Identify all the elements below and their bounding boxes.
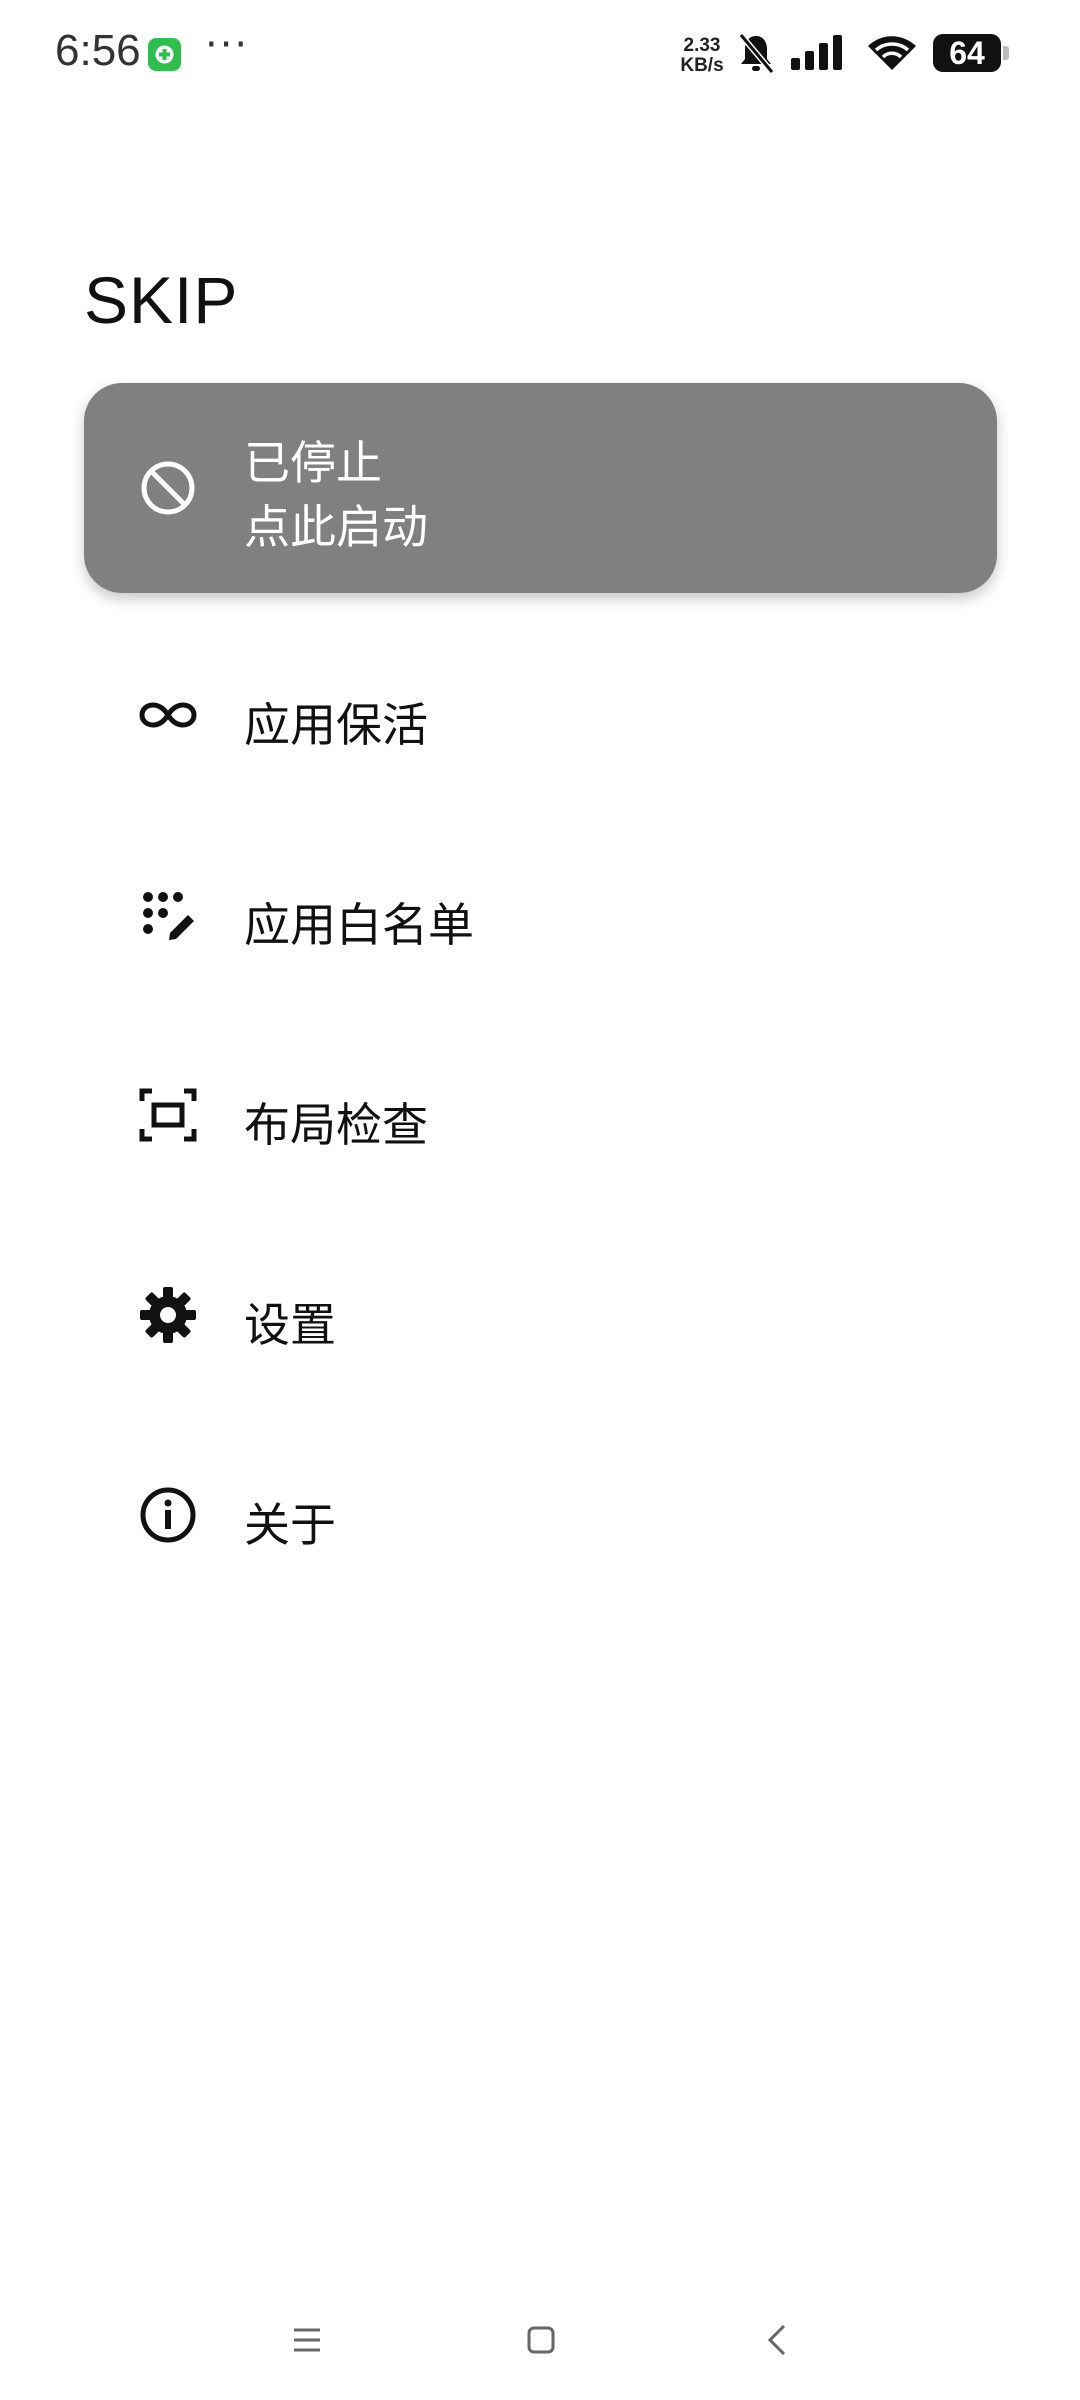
status-time: 6:56 — [55, 26, 141, 75]
menu-item-label: 关于 — [244, 1498, 336, 1552]
menu-item-about[interactable]: 关于 — [84, 1433, 997, 1593]
network-speed: 2.33 KB/s — [672, 36, 732, 76]
menu-item-label: 布局检查 — [244, 1098, 428, 1152]
menu-item-settings[interactable]: 设置 — [84, 1233, 997, 1393]
service-status-card[interactable]: 已停止 点此启动 — [84, 383, 997, 593]
service-start-hint: 点此启动 — [244, 500, 428, 554]
menu-item-label: 应用保活 — [244, 698, 428, 752]
navigation-bar — [0, 2290, 1080, 2390]
menu-item-keep-alive[interactable]: 应用保活 — [84, 633, 997, 793]
more-notifications-icon: ··· — [205, 22, 250, 68]
network-speed-unit: KB/s — [680, 55, 724, 76]
wifi-icon — [864, 30, 920, 80]
mute-bell-icon — [736, 30, 776, 80]
network-speed-value: 2.33 — [683, 35, 721, 56]
menu-item-layout-inspect[interactable]: 布局检查 — [84, 1033, 997, 1193]
menu-item-whitelist[interactable]: 应用白名单 — [84, 833, 997, 993]
page-title: SKIP — [84, 263, 239, 337]
signal-icon — [789, 30, 849, 80]
block-icon — [139, 459, 197, 517]
screen-capture-icon — [136, 1083, 200, 1147]
home-icon[interactable] — [511, 2310, 571, 2370]
infinity-icon — [136, 683, 200, 747]
menu-item-label: 设置 — [244, 1298, 336, 1352]
status-bar: 6:56 ··· 2.33 KB/s 64 — [0, 0, 1080, 110]
app-screen: 6:56 ··· 2.33 KB/s 64 SKIP 已停止 点此启动 应用保活… — [0, 0, 1080, 2400]
dots-edit-icon — [136, 883, 200, 947]
info-icon — [136, 1483, 200, 1547]
menu-item-label: 应用白名单 — [244, 898, 474, 952]
gear-icon — [136, 1283, 200, 1347]
service-status-text: 已停止 — [244, 436, 382, 490]
app-notification-icon — [148, 38, 181, 71]
battery-tip — [1003, 46, 1009, 60]
back-icon[interactable] — [748, 2310, 808, 2370]
battery-icon: 64 — [933, 34, 1001, 72]
menu-icon[interactable] — [277, 2310, 337, 2370]
